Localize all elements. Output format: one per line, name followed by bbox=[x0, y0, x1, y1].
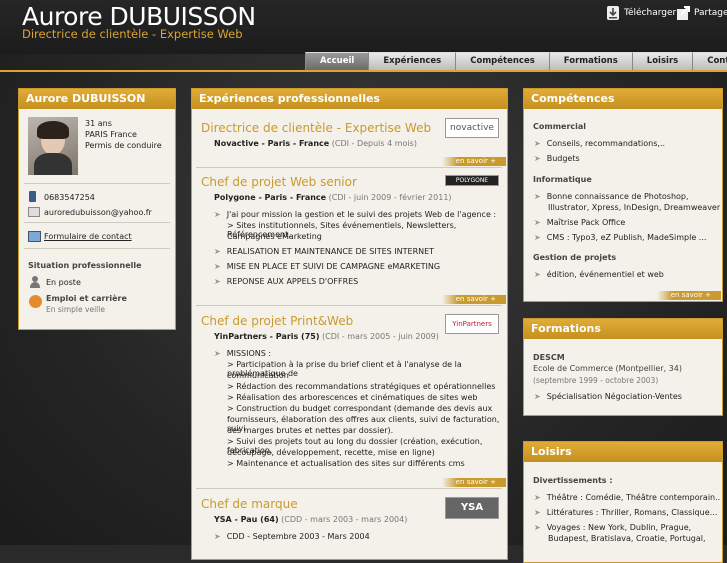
email-link[interactable]: auroredubuisson@yahoo.fr bbox=[44, 208, 152, 217]
more-link[interactable]: en savoir + bbox=[441, 157, 506, 166]
status: En poste bbox=[46, 278, 81, 287]
list-item: ➤ CDD - Septembre 2003 - Mars 2004 bbox=[214, 532, 370, 541]
list-item: ➤ MISSIONS : bbox=[214, 349, 272, 358]
download-label: Télécharger bbox=[624, 8, 677, 18]
list-item-cont: Illustrator, Xpress, InDesign, Dreamweav… bbox=[548, 203, 721, 212]
list-item: ➤ Budgets bbox=[534, 154, 580, 163]
email-icon bbox=[28, 207, 40, 217]
list-item: ➤ MISE EN PLACE ET SUIVI DE CAMPAGNE eMAR… bbox=[214, 262, 441, 271]
list-item: ➤ Maîtrise Pack Office bbox=[534, 218, 626, 227]
job-company: Polygone - Paris - France (CDI - juin 20… bbox=[214, 193, 452, 202]
list-item: ➤ Spécialisation Négociation-Ventes bbox=[534, 392, 682, 401]
download-icon bbox=[607, 6, 619, 20]
divider bbox=[24, 222, 170, 223]
job-title: Chef de marque bbox=[201, 497, 298, 511]
tab-experiences[interactable]: Expériences bbox=[368, 52, 456, 70]
more-link[interactable]: en savoir + bbox=[441, 295, 506, 304]
list-item-cont: communication bbox=[227, 371, 289, 380]
main-nav: Accueil Expériences Compétences Formatio… bbox=[305, 52, 727, 70]
hobby-category: Divertissements : bbox=[533, 476, 613, 485]
list-item-cont: des marges brutes et nettes par dossier)… bbox=[227, 426, 394, 435]
avatar bbox=[28, 117, 78, 175]
education-title: Formations bbox=[524, 319, 722, 339]
divider bbox=[196, 305, 502, 306]
employment-title: Emploi et carrière bbox=[46, 294, 127, 303]
profile-title: Aurore DUBUISSON bbox=[19, 89, 175, 109]
list-item: ➤ édition, événementiel et web bbox=[534, 270, 664, 279]
download-link[interactable]: Télécharger bbox=[606, 5, 676, 21]
experiences-title: Expériences professionnelles bbox=[192, 89, 507, 109]
list-item: ➤ CMS : Typo3, eZ Publish, MadeSimple ... bbox=[534, 233, 707, 242]
more-link[interactable]: en savoir + bbox=[656, 291, 721, 300]
list-item: ➤ Voyages : New York, Dublin, Prague, bbox=[534, 523, 692, 532]
job-company: YinPartners - Paris (75) (CDI - mars 200… bbox=[214, 332, 439, 341]
tab-accueil[interactable]: Accueil bbox=[305, 52, 369, 70]
education-panel: Formations DESCM Ecole de Commerce (Mont… bbox=[523, 318, 723, 416]
age: 31 ans bbox=[85, 119, 112, 128]
company-logo: novactive bbox=[445, 118, 499, 138]
employment-icon bbox=[29, 295, 42, 308]
tab-loisirs[interactable]: Loisirs bbox=[631, 52, 693, 70]
hobbies-title: Loisirs bbox=[524, 442, 722, 462]
situation-title: Situation professionnelle bbox=[28, 261, 142, 270]
list-item: ➤ J'ai pour mission la gestion et le suiv… bbox=[214, 210, 497, 219]
profile-panel: Aurore DUBUISSON 31 ans PARIS France Per… bbox=[18, 88, 176, 330]
divider bbox=[24, 248, 170, 249]
list-item: ➤ Littératures : Thriller, Romans, Classi… bbox=[534, 508, 718, 517]
list-item-cont: > Réalisation des arborescences et ciném… bbox=[227, 393, 478, 402]
tab-formations[interactable]: Formations bbox=[548, 52, 632, 70]
list-item: ➤ Bonne connaissance de Photoshop, bbox=[534, 192, 689, 201]
nav-divider bbox=[0, 70, 727, 72]
job-title: Chef de projet Print&Web bbox=[201, 314, 354, 328]
list-item: ➤ REPONSE AUX APPELS D'OFFRES bbox=[214, 277, 359, 286]
skills-panel: Compétences Commercial ➤ Conseils, recomm… bbox=[523, 88, 723, 302]
company-logo: YSA bbox=[445, 497, 499, 519]
list-item: ➤ Conseils, recommandations,.. bbox=[534, 139, 666, 148]
share-icon bbox=[677, 6, 690, 20]
job-title: Chef de projet Web senior bbox=[201, 175, 357, 189]
phone: 0683547254 bbox=[44, 193, 95, 202]
list-item-cont: > Construction du budget correspondant (… bbox=[227, 404, 493, 413]
company-logo: YinPartners bbox=[445, 314, 499, 334]
company-logo: POLYGONE bbox=[445, 175, 499, 186]
list-item-cont: découpage, développement, recette, mise … bbox=[227, 448, 435, 457]
list-item: ➤ Théâtre : Comédie, Théâtre contemporain… bbox=[534, 493, 721, 502]
experiences-panel: Expériences professionnelles Directrice … bbox=[191, 88, 508, 560]
list-item-cont: Campagnes eMarketing bbox=[227, 232, 322, 241]
list-item-cont: > Rédaction des recommandations stratégi… bbox=[227, 382, 496, 391]
tab-contact[interactable]: Contact bbox=[692, 52, 727, 70]
phone-icon bbox=[29, 191, 36, 202]
license: Permis de conduire bbox=[85, 141, 162, 150]
school: Ecole de Commerce (Montpellier, 34) bbox=[533, 364, 682, 373]
list-item-cont: Budapest, Bratislava, Croatie, Portugal, bbox=[548, 534, 706, 543]
site-header: Aurore DUBUISSON Directrice de clientèle… bbox=[0, 0, 727, 54]
tab-competences[interactable]: Compétences bbox=[455, 52, 549, 70]
skills-title: Compétences bbox=[524, 89, 722, 109]
job-title: Directrice de clientèle - Expertise Web bbox=[201, 121, 432, 135]
contact-form-link[interactable]: Formulaire de contact bbox=[44, 232, 132, 241]
location: PARIS France bbox=[85, 130, 137, 139]
job-company: YSA - Pau (64) (CDD - mars 2003 - mars 2… bbox=[214, 515, 408, 524]
degree: DESCM bbox=[533, 353, 565, 362]
share-label: Partager bbox=[694, 8, 727, 18]
employment-status: En simple veille bbox=[46, 305, 105, 314]
skill-category: Commercial bbox=[533, 122, 587, 131]
more-link[interactable]: en savoir + bbox=[441, 478, 506, 487]
share-link[interactable]: Partager bbox=[676, 5, 727, 21]
contact-form-icon bbox=[28, 231, 41, 242]
education-dates: (septembre 1999 - octobre 2003) bbox=[533, 376, 659, 385]
divider bbox=[24, 183, 170, 184]
list-item-cont: > Maintenance et actualisation des sites… bbox=[227, 459, 465, 468]
skill-category: Gestion de projets bbox=[533, 253, 617, 262]
list-item: ➤ REALISATION ET MAINTENANCE DE SITES INT… bbox=[214, 247, 435, 256]
skill-category: Informatique bbox=[533, 175, 592, 184]
user-icon bbox=[29, 276, 41, 288]
job-company: Novactive - Paris - France (CDI - Depuis… bbox=[214, 139, 417, 148]
divider bbox=[196, 488, 502, 489]
site-subtitle: Directrice de clientèle - Expertise Web bbox=[22, 27, 243, 41]
divider bbox=[196, 167, 502, 168]
